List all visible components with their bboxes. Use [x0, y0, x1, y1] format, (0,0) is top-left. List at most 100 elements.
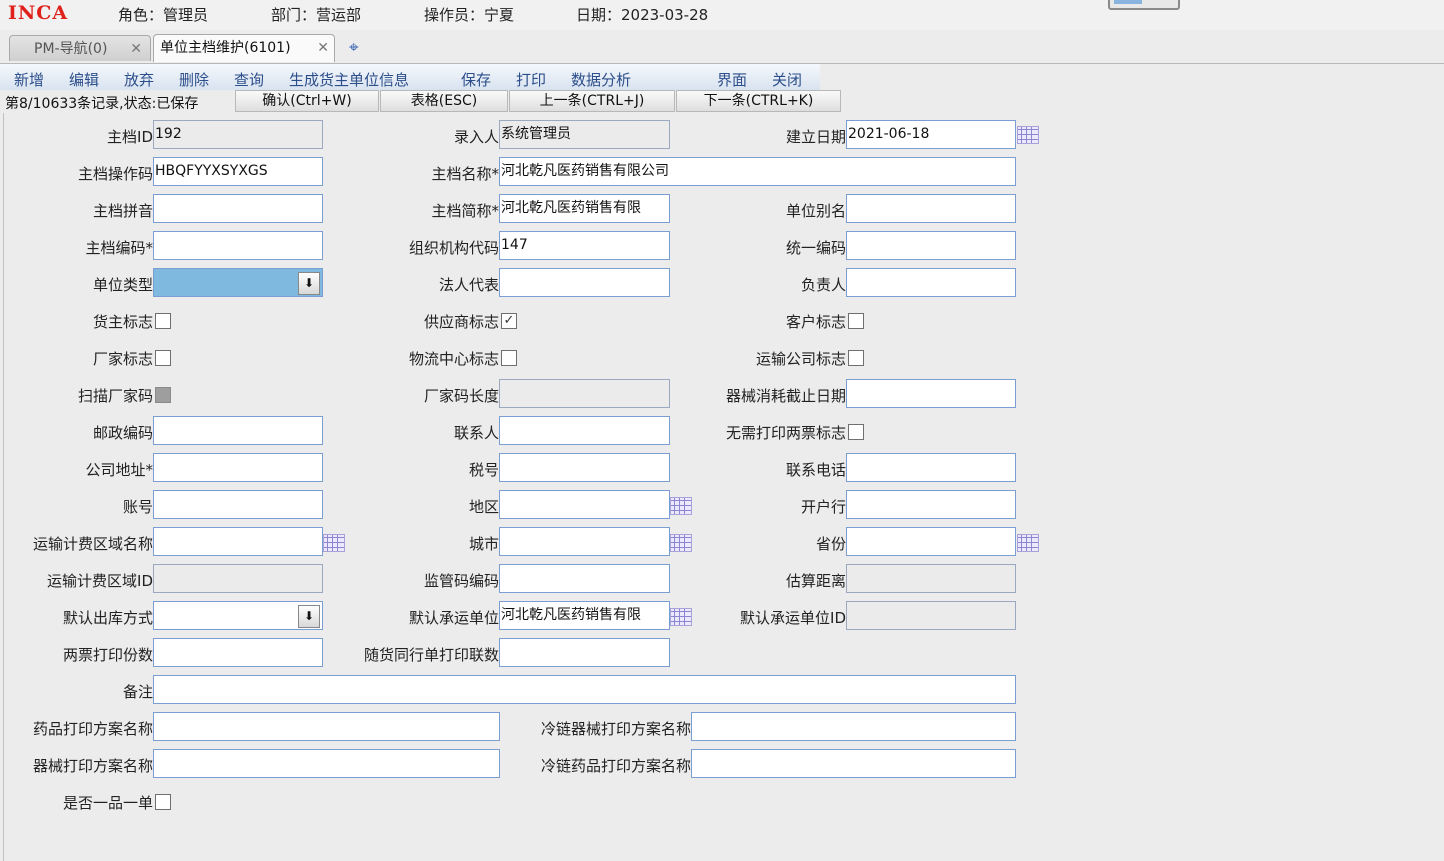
- label-default-carrier: 默认承运单位: [408, 609, 499, 627]
- label-org-code: 组织机构代码: [408, 239, 499, 257]
- calendar-icon[interactable]: [323, 534, 345, 552]
- label-address: 公司地址*: [85, 461, 153, 479]
- default-carrier-field[interactable]: 河北乾凡医药销售有限: [499, 601, 670, 630]
- dept-info: 部门：营运部: [271, 6, 362, 24]
- menu-print[interactable]: 打印: [516, 69, 546, 90]
- date-info: 日期：2023-03-28: [576, 6, 709, 24]
- calendar-icon[interactable]: [670, 497, 692, 515]
- calendar-icon[interactable]: [1017, 126, 1039, 144]
- unified-code-field[interactable]: [846, 231, 1016, 260]
- freight-zone-id-field: [153, 564, 323, 593]
- contact-field[interactable]: [499, 416, 670, 445]
- left-border: [3, 113, 4, 861]
- legal-rep-field[interactable]: [499, 268, 670, 297]
- mfr-code-length-field: [499, 379, 670, 408]
- alias-field[interactable]: [846, 194, 1016, 223]
- cold-drug-print-plan-field[interactable]: [691, 749, 1016, 778]
- code-field[interactable]: [153, 231, 323, 260]
- default-carrier-id-field: [846, 601, 1016, 630]
- close-icon[interactable]: ✕: [130, 36, 142, 62]
- label-province: 省份: [815, 535, 846, 553]
- menu-new[interactable]: 新增: [14, 69, 44, 90]
- label-account: 账号: [122, 498, 153, 516]
- pinyin-field[interactable]: [153, 194, 323, 223]
- menu-discard[interactable]: 放弃: [124, 69, 154, 90]
- close-icon[interactable]: ✕: [317, 35, 329, 61]
- region-field[interactable]: [499, 490, 670, 519]
- add-tab-icon[interactable]: ⌖: [349, 38, 359, 58]
- menu-data-analysis[interactable]: 数据分析: [571, 69, 631, 90]
- dropdown-arrow-icon[interactable]: ⬇: [298, 605, 320, 628]
- supplier-flag-checkbox[interactable]: ✓: [501, 313, 517, 329]
- menu-edit[interactable]: 编辑: [69, 69, 99, 90]
- label-regulatory-code: 监管码编码: [423, 572, 499, 590]
- label-supplier-flag: 供应商标志: [423, 313, 499, 331]
- province-field[interactable]: [846, 527, 1016, 556]
- calendar-icon[interactable]: [670, 608, 692, 626]
- label-drug-print-plan: 药品打印方案名称: [32, 720, 153, 738]
- dropdown-arrow-icon[interactable]: ⬇: [298, 272, 320, 295]
- customer-flag-checkbox[interactable]: [848, 313, 864, 329]
- label-logistics-flag: 物流中心标志: [408, 350, 499, 368]
- remark-field[interactable]: [153, 675, 1016, 704]
- menu-delete[interactable]: 删除: [179, 69, 209, 90]
- one-item-one-order-checkbox[interactable]: [155, 794, 171, 810]
- label-cold-drug-print-plan: 冷链药品打印方案名称: [540, 757, 691, 775]
- create-date-field[interactable]: 2021-06-18: [846, 120, 1016, 149]
- label-master-name: 主档名称*: [431, 165, 499, 183]
- owner-flag-checkbox[interactable]: [155, 313, 171, 329]
- label-creator: 录入人: [453, 128, 499, 146]
- address-field[interactable]: [153, 453, 323, 482]
- regulatory-code-field[interactable]: [499, 564, 670, 593]
- accompany-copies-field[interactable]: [499, 638, 670, 667]
- menu-generate-owner-unit[interactable]: 生成货主单位信息: [289, 69, 409, 90]
- two-invoice-copies-field[interactable]: [153, 638, 323, 667]
- label-phone: 联系电话: [785, 461, 846, 479]
- tab-pm-navigation[interactable]: PM-导航(0) ✕: [9, 35, 151, 61]
- scan-mfr-code-checkbox: [155, 387, 171, 403]
- label-op-code: 主档操作码: [77, 165, 153, 183]
- city-field[interactable]: [499, 527, 670, 556]
- window-control-widget[interactable]: [1108, 0, 1180, 10]
- bank-field[interactable]: [846, 490, 1016, 519]
- tab-unit-master-maintenance[interactable]: 单位主档维护(6101) ✕: [153, 34, 335, 62]
- org-code-field[interactable]: 147: [499, 231, 670, 260]
- label-device-print-plan: 器械打印方案名称: [32, 757, 153, 775]
- label-scan-mfr-code: 扫描厂家码: [77, 387, 153, 405]
- device-print-plan-field[interactable]: [153, 749, 500, 778]
- drug-print-plan-field[interactable]: [153, 712, 500, 741]
- menu-query[interactable]: 查询: [234, 69, 264, 90]
- phone-field[interactable]: [846, 453, 1016, 482]
- freight-zone-name-field[interactable]: [153, 527, 323, 556]
- logistics-flag-checkbox[interactable]: [501, 350, 517, 366]
- table-button[interactable]: 表格(ESC): [380, 90, 508, 112]
- menu-close[interactable]: 关闭: [772, 69, 802, 90]
- mfr-flag-checkbox[interactable]: [155, 350, 171, 366]
- transport-flag-checkbox[interactable]: [848, 350, 864, 366]
- label-owner-flag: 货主标志: [92, 313, 153, 331]
- label-remark: 备注: [122, 683, 153, 701]
- next-record-button[interactable]: 下一条(CTRL+K): [676, 90, 841, 112]
- label-unit-type: 单位类型: [92, 276, 153, 294]
- label-customer-flag: 客户标志: [785, 313, 846, 331]
- role-info: 角色：管理员: [118, 6, 209, 24]
- no-print-two-invoices-checkbox[interactable]: [848, 424, 864, 440]
- calendar-icon[interactable]: [1017, 534, 1039, 552]
- postal-code-field[interactable]: [153, 416, 323, 445]
- cold-device-print-plan-field[interactable]: [691, 712, 1016, 741]
- label-two-invoice-copies: 两票打印份数: [62, 646, 153, 664]
- op-code-field[interactable]: HBQFYYXSYXGS: [153, 157, 323, 186]
- master-name-field[interactable]: 河北乾凡医药销售有限公司: [499, 157, 1016, 186]
- label-mfr-flag: 厂家标志: [92, 350, 153, 368]
- prev-record-button[interactable]: 上一条(CTRL+J): [509, 90, 675, 112]
- short-name-field[interactable]: 河北乾凡医药销售有限: [499, 194, 670, 223]
- menu-save[interactable]: 保存: [461, 69, 491, 90]
- device-expiry-field[interactable]: [846, 379, 1016, 408]
- tax-no-field[interactable]: [499, 453, 670, 482]
- confirm-button[interactable]: 确认(Ctrl+W): [235, 90, 379, 112]
- menu-interface[interactable]: 界面: [717, 69, 747, 90]
- tab-bar: PM-导航(0) ✕ 单位主档维护(6101) ✕ ⌖: [0, 33, 1444, 64]
- calendar-icon[interactable]: [670, 534, 692, 552]
- account-field[interactable]: [153, 490, 323, 519]
- manager-field[interactable]: [846, 268, 1016, 297]
